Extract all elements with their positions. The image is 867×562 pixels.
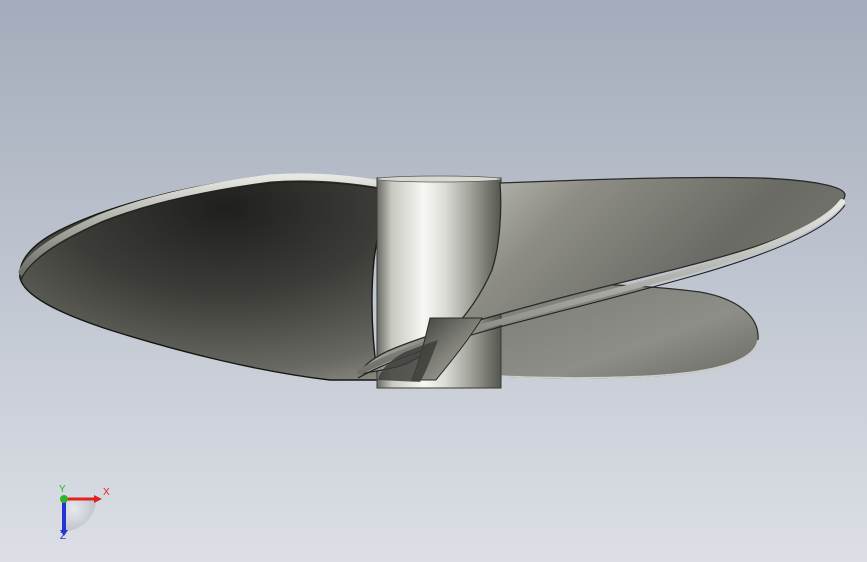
x-axis-arrowhead — [94, 495, 102, 503]
propeller-model[interactable] — [0, 0, 867, 562]
graphics-viewport[interactable]: X Y Z — [0, 0, 867, 562]
y-axis-label: Y — [59, 484, 66, 495]
triad-shading — [64, 499, 96, 531]
z-axis-label: Z — [60, 531, 67, 542]
hub-top-face — [376, 175, 502, 183]
orientation-triad: X Y Z — [40, 478, 120, 548]
x-axis-label: X — [103, 487, 110, 498]
y-axis-dot — [60, 495, 68, 503]
